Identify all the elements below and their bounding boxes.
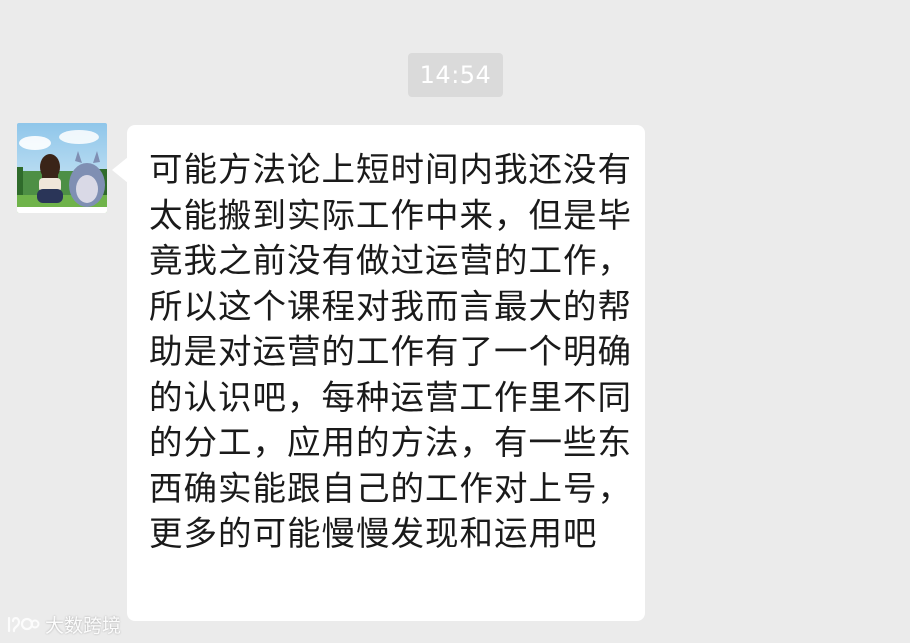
message-timestamp: 14:54	[408, 53, 503, 97]
watermark-logo-icon	[7, 616, 40, 633]
message-text: 可能方法论上短时间内我还没有太能搬到实际工作中来，但是毕竟我之前没有做过运营的工…	[149, 150, 632, 553]
chat-screen: 14:54 可能方法论上短时间内我还没有太能搬到实际工作中来，但是毕竟我之前没有…	[0, 0, 910, 643]
bubble-tail	[112, 157, 128, 183]
avatar-image	[17, 123, 107, 213]
message-bubble[interactable]: 可能方法论上短时间内我还没有太能搬到实际工作中来，但是毕竟我之前没有做过运营的工…	[127, 125, 645, 621]
watermark: 大数跨境	[6, 610, 121, 638]
avatar[interactable]	[17, 123, 107, 213]
watermark-text: 大数跨境	[45, 614, 122, 637]
